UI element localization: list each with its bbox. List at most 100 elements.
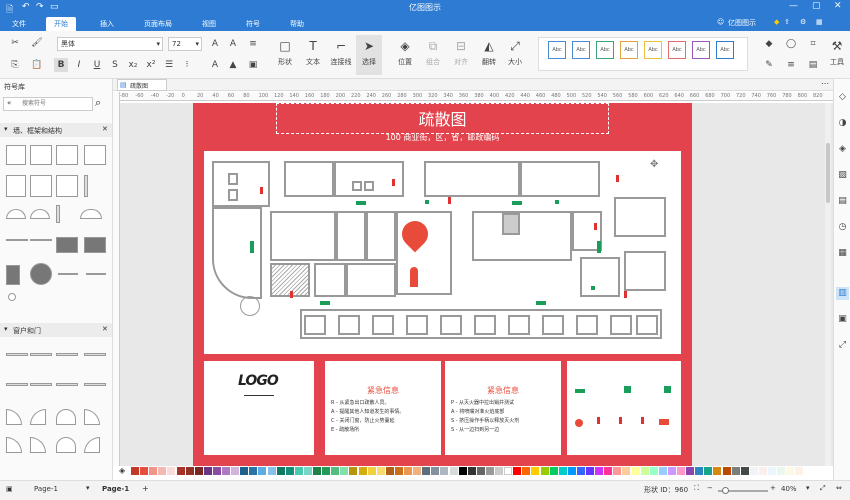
- color-swatch[interactable]: [258, 467, 267, 475]
- color-swatch[interactable]: [185, 467, 194, 475]
- font-color-icon[interactable]: A: [208, 58, 222, 72]
- color-swatch[interactable]: [222, 467, 230, 475]
- color-swatch[interactable]: [431, 467, 440, 475]
- color-swatch[interactable]: [167, 467, 176, 475]
- fullscreen-icon[interactable]: ⛶: [694, 484, 699, 493]
- bullets-icon[interactable]: ⁝: [180, 58, 194, 72]
- color-swatch[interactable]: [786, 467, 795, 475]
- color-swatch[interactable]: [476, 467, 485, 475]
- style-preset[interactable]: Abc: [596, 41, 614, 59]
- color-swatch[interactable]: [313, 467, 321, 475]
- style-preset[interactable]: Abc: [572, 41, 590, 59]
- color-swatch[interactable]: [194, 467, 203, 475]
- add-page-icon[interactable]: +: [142, 484, 149, 493]
- color-swatch[interactable]: [567, 467, 576, 475]
- color-swatch[interactable]: [677, 467, 685, 475]
- arc-shape-2[interactable]: [30, 209, 50, 219]
- window-shape-6[interactable]: [30, 383, 52, 386]
- tab-symbols[interactable]: 符号: [238, 17, 268, 31]
- color-swatch[interactable]: [158, 467, 167, 475]
- search-input[interactable]: [22, 99, 90, 109]
- door-shape-3[interactable]: [84, 409, 100, 425]
- pillar-shape[interactable]: [56, 205, 60, 223]
- color-swatch[interactable]: [285, 467, 294, 475]
- color-swatch[interactable]: [777, 467, 786, 475]
- color-swatch[interactable]: [722, 467, 731, 475]
- zoom-slider-knob[interactable]: [722, 487, 729, 494]
- door-shape-2[interactable]: [30, 409, 46, 425]
- color-swatch[interactable]: [440, 467, 449, 475]
- dimension-shape[interactable]: [58, 273, 78, 275]
- color-swatch[interactable]: [586, 467, 594, 475]
- window-shape-4[interactable]: [84, 353, 106, 356]
- color-swatch[interactable]: [385, 467, 394, 475]
- color-swatch[interactable]: [640, 467, 649, 475]
- color-swatch[interactable]: [404, 467, 412, 475]
- color-swatch[interactable]: [458, 467, 467, 475]
- poster-subtitle[interactable]: 100 商业街，区，省，邮政编码: [193, 132, 692, 143]
- color-swatch[interactable]: [549, 467, 558, 475]
- wall-grid-shape[interactable]: [84, 145, 106, 165]
- poster-title[interactable]: 疏散图: [193, 106, 692, 130]
- arch-shape[interactable]: [80, 209, 102, 219]
- color-swatch[interactable]: [595, 467, 604, 475]
- color-swatch[interactable]: [140, 467, 149, 475]
- file-menu[interactable]: 文件: [4, 17, 34, 31]
- floor-plan[interactable]: ✥: [204, 151, 681, 354]
- door-shape[interactable]: [6, 409, 22, 425]
- tab-help[interactable]: 帮助: [282, 17, 312, 31]
- color-swatch[interactable]: [649, 467, 658, 475]
- color-swatch[interactable]: [231, 467, 240, 475]
- history-icon[interactable]: ◷: [836, 221, 849, 234]
- style-preset[interactable]: Abc: [668, 41, 686, 59]
- logo-card[interactable]: LOGO: [204, 361, 314, 455]
- color-swatch[interactable]: [249, 467, 258, 475]
- tab-insert[interactable]: 插入: [92, 17, 122, 31]
- color-swatch[interactable]: [331, 467, 340, 475]
- filled-block-shape-2[interactable]: [84, 237, 106, 253]
- color-swatch[interactable]: [322, 467, 331, 475]
- color-swatch[interactable]: [149, 467, 158, 475]
- door-shape-4[interactable]: [6, 437, 22, 453]
- page-layout-icon[interactable]: ▣: [6, 485, 13, 493]
- door-shape-6[interactable]: [84, 437, 100, 453]
- font-size-select[interactable]: 72 ▾: [168, 37, 202, 51]
- format-painter-icon[interactable]: 🖌: [30, 36, 44, 50]
- paste-icon[interactable]: 📋: [30, 58, 44, 72]
- color-swatch[interactable]: [740, 467, 749, 475]
- user-icon[interactable]: ☺: [717, 18, 724, 26]
- color-swatch[interactable]: [513, 467, 522, 475]
- color-swatch[interactable]: [522, 467, 531, 475]
- wall-vertical-shape[interactable]: [84, 175, 88, 197]
- line-color-icon[interactable]: ◯: [784, 37, 798, 51]
- share-icon[interactable]: ⇪: [784, 18, 790, 26]
- position-button[interactable]: ◈ 位置: [392, 35, 418, 75]
- color-swatch[interactable]: [413, 467, 422, 475]
- filled-block-shape[interactable]: [56, 237, 78, 253]
- color-swatch[interactable]: [504, 467, 513, 475]
- close-icon[interactable]: ✕: [102, 325, 108, 333]
- color-swatch[interactable]: [631, 467, 640, 475]
- color-swatch[interactable]: [658, 467, 667, 475]
- color-swatch[interactable]: [768, 467, 776, 475]
- emergency-info-card-1[interactable]: 紧急信息 R - 从紧急出口疏散人员。 A - 提醒其他人知道发生的事情。 C …: [325, 361, 441, 455]
- highlight-icon[interactable]: ▲: [226, 58, 240, 72]
- color-swatch[interactable]: [749, 467, 758, 475]
- increase-font-icon[interactable]: A: [208, 37, 222, 51]
- color-swatch[interactable]: [467, 467, 476, 475]
- color-swatch[interactable]: [349, 467, 358, 475]
- l-room-shape[interactable]: [30, 145, 52, 165]
- underline-icon[interactable]: U: [90, 58, 104, 72]
- color-swatch[interactable]: [731, 467, 740, 475]
- color-swatch[interactable]: [303, 467, 312, 475]
- category-doors-windows[interactable]: ▾ 窗户和门 ✕: [0, 323, 112, 337]
- color-swatch[interactable]: [558, 467, 567, 475]
- window-shape-5[interactable]: [6, 383, 28, 386]
- arc-shape[interactable]: [6, 209, 26, 219]
- user-name[interactable]: 亿图图示: [728, 18, 756, 28]
- style-preset[interactable]: Abc: [692, 41, 710, 59]
- text-box-icon[interactable]: ▣: [246, 58, 260, 72]
- style-preset[interactable]: Abc: [548, 41, 566, 59]
- search-field[interactable]: «: [3, 97, 93, 111]
- fit-icon[interactable]: ⤢: [836, 339, 849, 352]
